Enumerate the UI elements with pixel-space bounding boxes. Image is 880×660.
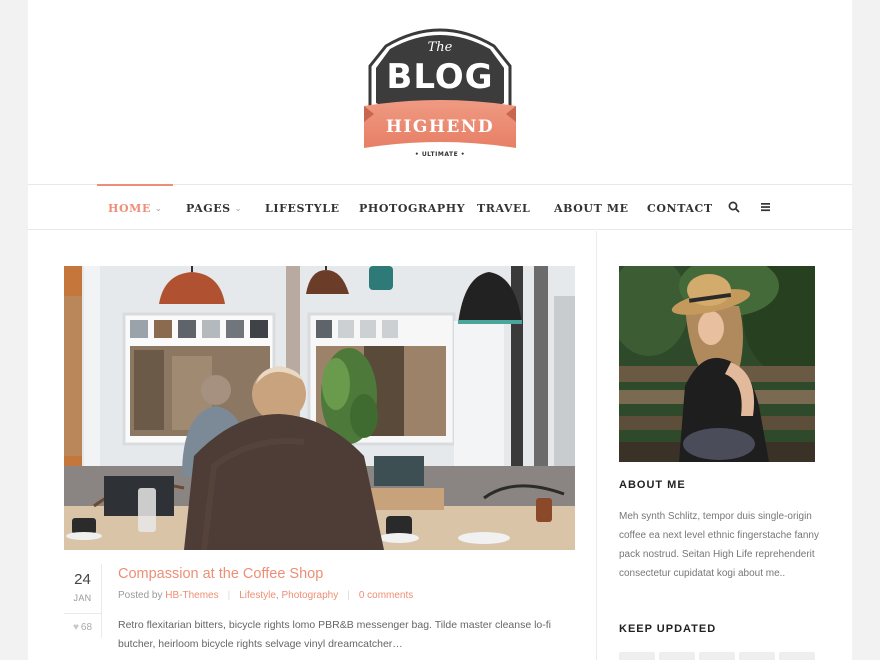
about-me-title: ABOUT ME bbox=[619, 479, 686, 491]
nav-item-label: TRAVEL bbox=[477, 202, 531, 215]
nav-item-label: PAGES bbox=[186, 202, 231, 215]
post-likes[interactable]: ♥ 68 bbox=[64, 622, 101, 633]
nav-item-home[interactable]: HOME ⌄ bbox=[96, 184, 174, 230]
meta-separator: | bbox=[227, 590, 231, 601]
post-featured-image[interactable] bbox=[64, 266, 575, 550]
post-title[interactable]: Compassion at the Coffee Shop bbox=[118, 566, 323, 582]
nav-item-contact[interactable]: CONTACT bbox=[647, 185, 713, 230]
date-divider bbox=[64, 613, 102, 614]
nav-item-about-me[interactable]: ABOUT ME bbox=[554, 185, 629, 230]
nav-item-label: HOME bbox=[108, 202, 151, 215]
heart-icon: ♥ bbox=[72, 622, 79, 633]
site-logo[interactable]: The BLOG HIGHEND • ULTIMATE • bbox=[362, 18, 518, 158]
post-comments-link[interactable]: 0 comments bbox=[359, 590, 413, 601]
post-date-month: JAN bbox=[73, 593, 92, 603]
nav-item-label: LIFESTYLE bbox=[265, 202, 340, 215]
social-icon[interactable] bbox=[619, 652, 655, 660]
keep-updated-title: KEEP UPDATED bbox=[619, 623, 717, 635]
social-icon[interactable] bbox=[739, 652, 775, 660]
post-likes-count: 68 bbox=[80, 622, 93, 633]
search-icon[interactable] bbox=[727, 199, 741, 215]
logo-the-text: The bbox=[428, 40, 453, 55]
post-meta-posted-by: Posted by bbox=[118, 590, 163, 601]
content-sidebar-divider bbox=[596, 231, 597, 660]
logo-ribbon-text: HIGHEND bbox=[386, 117, 494, 137]
logo-blog-text: BLOG bbox=[386, 57, 493, 97]
post-date: 24 JAN ♥ 68 bbox=[64, 564, 102, 638]
logo-sub-text: • ULTIMATE • bbox=[415, 151, 465, 158]
nav-item-label: PHOTOGRAPHY bbox=[359, 202, 466, 215]
nav-item-label: ABOUT ME bbox=[554, 202, 629, 215]
chevron-down-icon: ⌄ bbox=[234, 204, 243, 213]
about-me-photo bbox=[619, 266, 815, 462]
about-me-text: Meh synth Schlitz, tempor duis single-or… bbox=[619, 511, 819, 579]
nav-item-photography[interactable]: PHOTOGRAPHY bbox=[359, 185, 465, 230]
page: The BLOG HIGHEND • ULTIMATE • HOME ⌄ PAGE… bbox=[28, 0, 852, 660]
chevron-down-icon: ⌄ bbox=[154, 204, 163, 213]
nav-item-pages[interactable]: PAGES ⌄ bbox=[186, 185, 242, 230]
nav-item-label: CONTACT bbox=[647, 202, 713, 215]
post-category-link-lifestyle[interactable]: Lifestyle bbox=[239, 590, 276, 601]
meta-separator: | bbox=[347, 590, 350, 601]
social-icon[interactable] bbox=[779, 652, 815, 660]
social-icon[interactable] bbox=[659, 652, 695, 660]
post-excerpt: Retro flexitarian bitters, bicycle right… bbox=[118, 619, 552, 650]
post-category-link-photography[interactable]: Photography bbox=[281, 590, 338, 601]
social-icon[interactable] bbox=[699, 652, 735, 660]
post-author-link[interactable]: HB-Themes bbox=[165, 590, 218, 601]
site-header: The BLOG HIGHEND • ULTIMATE • bbox=[28, 0, 852, 185]
nav-item-travel[interactable]: TRAVEL bbox=[477, 185, 530, 230]
main-nav: HOME ⌄ PAGES ⌄ LIFESTYLE PHOTOGRAPHY TRAVE… bbox=[28, 184, 852, 230]
post-date-day: 24 bbox=[74, 571, 91, 588]
menu-icon[interactable] bbox=[759, 199, 773, 215]
nav-item-lifestyle[interactable]: LIFESTYLE bbox=[265, 185, 340, 230]
post-meta: Posted by HB-Themes | Lifestyle, Photograp… bbox=[118, 590, 413, 601]
